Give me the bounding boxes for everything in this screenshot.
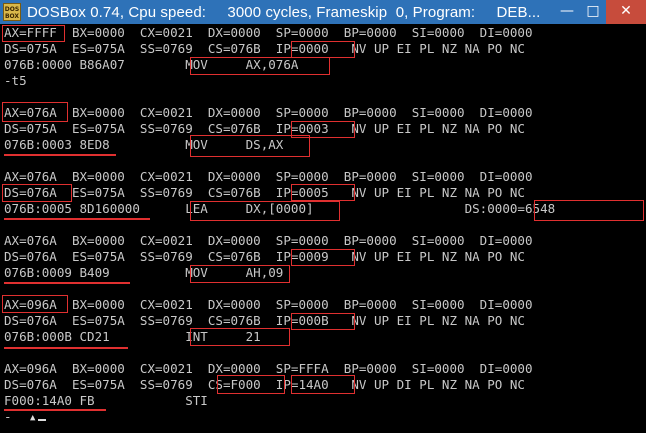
text-caret bbox=[38, 419, 46, 421]
highlight-box bbox=[2, 295, 68, 313]
console-line: AX=076A BX=0000 CX=0021 DX=0000 SP=0000 … bbox=[4, 234, 533, 249]
window-title: DOSBox 0.74, Cpu speed: 3000 cycles, Fra… bbox=[27, 3, 541, 21]
highlight-box bbox=[190, 135, 310, 157]
console-line: DS=076A ES=075A SS=0769 CS=076B IP=0009 … bbox=[4, 250, 525, 265]
highlight-underline bbox=[4, 154, 116, 156]
dosbox-app-icon[interactable]: DOS BOX bbox=[3, 3, 21, 21]
maximize-button[interactable]: □ bbox=[580, 0, 606, 24]
highlight-box bbox=[190, 57, 330, 75]
mouse-cursor-icon: ▲ bbox=[30, 413, 36, 423]
console-line: AX=096A BX=0000 CX=0021 DX=0000 SP=0000 … bbox=[4, 298, 533, 313]
console-line: F000:14A0 FB STI bbox=[4, 394, 208, 409]
highlight-box bbox=[291, 184, 355, 201]
minimize-button[interactable]: — bbox=[554, 0, 580, 24]
console-line: AX=076A BX=0000 CX=0021 DX=0000 SP=0000 … bbox=[4, 170, 533, 185]
highlight-box bbox=[291, 375, 355, 394]
highlight-underline bbox=[4, 282, 130, 284]
highlight-box bbox=[2, 184, 72, 202]
highlight-box bbox=[2, 25, 65, 42]
highlight-box bbox=[190, 201, 340, 221]
console-line: AX=076A BX=0000 CX=0021 DX=0000 SP=0000 … bbox=[4, 106, 533, 121]
highlight-box bbox=[291, 41, 355, 58]
console-line: DS=076A ES=075A SS=0769 CS=076B IP=0005 … bbox=[4, 186, 525, 201]
console-line: - bbox=[4, 410, 12, 425]
highlight-box bbox=[2, 102, 68, 122]
highlight-underline bbox=[4, 347, 128, 349]
highlight-box bbox=[190, 265, 290, 283]
highlight-box bbox=[217, 375, 285, 394]
highlight-box bbox=[190, 328, 290, 346]
dos-console[interactable]: AX=FFFF BX=0000 CX=0021 DX=0000 SP=0000 … bbox=[0, 24, 646, 433]
highlight-box bbox=[291, 249, 355, 266]
console-line: AX=FFFF BX=0000 CX=0021 DX=0000 SP=0000 … bbox=[4, 26, 533, 41]
console-line: DS=076A ES=075A SS=0769 CS=076B IP=000B … bbox=[4, 314, 525, 329]
window-controls: — □ ✕ bbox=[554, 0, 646, 24]
dosbox-window: DOS BOX DOSBox 0.74, Cpu speed: 3000 cyc… bbox=[0, 0, 646, 433]
highlight-underline bbox=[4, 218, 150, 220]
close-button[interactable]: ✕ bbox=[606, 0, 646, 24]
title-bar[interactable]: DOS BOX DOSBox 0.74, Cpu speed: 3000 cyc… bbox=[0, 0, 646, 24]
console-line: DS=075A ES=075A SS=0769 CS=076B IP=0000 … bbox=[4, 42, 525, 57]
console-line: -t5 bbox=[4, 74, 27, 89]
highlight-box bbox=[291, 313, 355, 330]
highlight-underline bbox=[4, 409, 106, 411]
highlight-box bbox=[534, 200, 644, 221]
